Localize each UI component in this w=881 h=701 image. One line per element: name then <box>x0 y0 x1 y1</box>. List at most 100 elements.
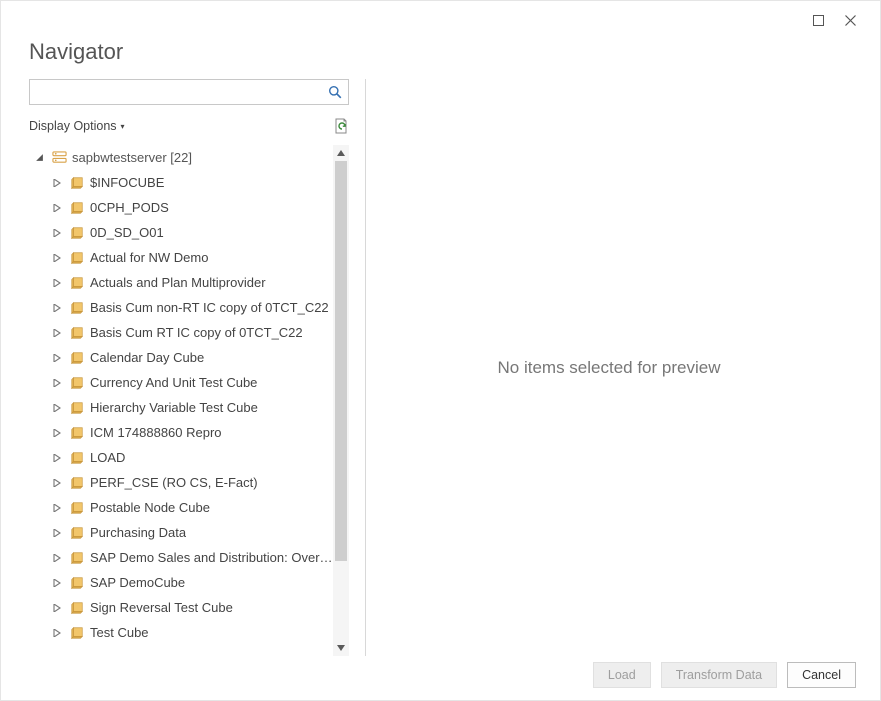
chevron-down-icon: ▾ <box>121 122 125 131</box>
cube-icon <box>69 425 85 441</box>
close-button[interactable] <box>834 6 866 34</box>
tree-item-label: 0D_SD_O01 <box>90 225 164 240</box>
tree-item[interactable]: $INFOCUBE <box>29 170 333 195</box>
tree-item[interactable]: SAP DemoCube <box>29 570 333 595</box>
cube-icon <box>69 300 85 316</box>
tree-item[interactable]: Actuals and Plan Multiprovider <box>29 270 333 295</box>
cube-icon <box>69 175 85 191</box>
expand-icon[interactable] <box>51 377 63 389</box>
expand-icon[interactable] <box>51 177 63 189</box>
expand-icon[interactable] <box>51 502 63 514</box>
search-icon <box>328 85 342 99</box>
refresh-button[interactable] <box>333 118 349 134</box>
expand-icon[interactable] <box>51 327 63 339</box>
tree-item-label: Basis Cum RT IC copy of 0TCT_C22 <box>90 325 303 340</box>
tree-item[interactable]: Actual for NW Demo <box>29 245 333 270</box>
tree-item-label: 0CPH_PODS <box>90 200 169 215</box>
scrollbar[interactable] <box>333 145 349 656</box>
tree-item-label: Actual for NW Demo <box>90 250 208 265</box>
expand-icon[interactable] <box>51 252 63 264</box>
search-button[interactable] <box>322 80 348 104</box>
tree-item-label: Basis Cum non-RT IC copy of 0TCT_C22 <box>90 300 329 315</box>
tree-item-label: Sign Reversal Test Cube <box>90 600 233 615</box>
tree-item[interactable]: PERF_CSE (RO CS, E-Fact) <box>29 470 333 495</box>
chevron-up-icon <box>337 150 345 156</box>
tree-item-label: SAP Demo Sales and Distribution: Overvie… <box>90 550 333 565</box>
tree-root-label: sapbwtestserver [22] <box>72 150 192 165</box>
scroll-thumb[interactable] <box>335 161 347 561</box>
display-options-label: Display Options <box>29 119 117 133</box>
tree-root-row[interactable]: sapbwtestserver [22] <box>29 145 333 170</box>
cube-icon <box>69 200 85 216</box>
cube-icon <box>69 275 85 291</box>
refresh-icon <box>333 118 349 134</box>
maximize-icon <box>813 15 824 26</box>
search-input[interactable] <box>30 81 322 103</box>
tree-viewport: sapbwtestserver [22] $INFOCUBE 0CPH_PODS 0… <box>29 145 333 656</box>
cube-icon <box>69 350 85 366</box>
tree-item[interactable]: 0D_SD_O01 <box>29 220 333 245</box>
tree-item-label: Test Cube <box>90 625 149 640</box>
tree-item[interactable]: Basis Cum RT IC copy of 0TCT_C22 <box>29 320 333 345</box>
tree-item[interactable]: Sign Reversal Test Cube <box>29 595 333 620</box>
expand-icon[interactable] <box>51 302 63 314</box>
close-icon <box>845 15 856 26</box>
navigator-dialog: Navigator Display Options ▾ <box>0 0 881 701</box>
cube-icon <box>69 575 85 591</box>
expand-icon[interactable] <box>51 352 63 364</box>
cube-icon <box>69 600 85 616</box>
left-panel: Display Options ▾ <box>29 79 359 656</box>
expand-icon[interactable] <box>51 552 63 564</box>
transform-data-button[interactable]: Transform Data <box>661 662 777 688</box>
tree-item-label: Purchasing Data <box>90 525 186 540</box>
load-button[interactable]: Load <box>593 662 651 688</box>
tree-item-label: Calendar Day Cube <box>90 350 204 365</box>
tree-item[interactable]: Test Cube <box>29 620 333 645</box>
scroll-up-button[interactable] <box>333 145 349 161</box>
tree: sapbwtestserver [22] $INFOCUBE 0CPH_PODS 0… <box>29 145 333 645</box>
tree-item[interactable]: Hierarchy Variable Test Cube <box>29 395 333 420</box>
expand-icon[interactable] <box>51 527 63 539</box>
tree-item[interactable]: Calendar Day Cube <box>29 345 333 370</box>
tree-item[interactable]: Currency And Unit Test Cube <box>29 370 333 395</box>
tree-item-label: PERF_CSE (RO CS, E-Fact) <box>90 475 258 490</box>
tree-item-label: Postable Node Cube <box>90 500 210 515</box>
expand-icon[interactable] <box>51 602 63 614</box>
header: Navigator <box>1 39 880 79</box>
expand-icon[interactable] <box>51 227 63 239</box>
expand-icon[interactable] <box>51 452 63 464</box>
tree-item-label: Hierarchy Variable Test Cube <box>90 400 258 415</box>
search-container <box>29 79 349 105</box>
expand-icon[interactable] <box>51 277 63 289</box>
cube-icon <box>69 625 85 641</box>
tree-item-label: $INFOCUBE <box>90 175 164 190</box>
expand-icon[interactable] <box>51 577 63 589</box>
tree-item[interactable]: Basis Cum non-RT IC copy of 0TCT_C22 <box>29 295 333 320</box>
collapse-icon[interactable] <box>33 152 45 164</box>
tree-item[interactable]: LOAD <box>29 445 333 470</box>
dialog-body: Display Options ▾ <box>1 79 880 656</box>
tree-item[interactable]: 0CPH_PODS <box>29 195 333 220</box>
cube-icon <box>69 375 85 391</box>
cube-icon <box>69 450 85 466</box>
display-options-dropdown[interactable]: Display Options ▾ <box>29 119 125 133</box>
cube-icon <box>69 525 85 541</box>
cancel-button[interactable]: Cancel <box>787 662 856 688</box>
titlebar <box>1 1 880 39</box>
options-row: Display Options ▾ <box>29 115 349 137</box>
expand-icon[interactable] <box>51 627 63 639</box>
tree-item[interactable]: SAP Demo Sales and Distribution: Overvie… <box>29 545 333 570</box>
tree-item-label: LOAD <box>90 450 125 465</box>
expand-icon[interactable] <box>51 402 63 414</box>
tree-item-label: Actuals and Plan Multiprovider <box>90 275 266 290</box>
tree-item[interactable]: Purchasing Data <box>29 520 333 545</box>
expand-icon[interactable] <box>51 202 63 214</box>
cube-icon <box>69 325 85 341</box>
tree-item[interactable]: Postable Node Cube <box>29 495 333 520</box>
cube-icon <box>69 250 85 266</box>
expand-icon[interactable] <box>51 427 63 439</box>
expand-icon[interactable] <box>51 477 63 489</box>
tree-container: sapbwtestserver [22] $INFOCUBE 0CPH_PODS 0… <box>29 145 349 656</box>
maximize-button[interactable] <box>802 6 834 34</box>
tree-item[interactable]: ICM 174888860 Repro <box>29 420 333 445</box>
